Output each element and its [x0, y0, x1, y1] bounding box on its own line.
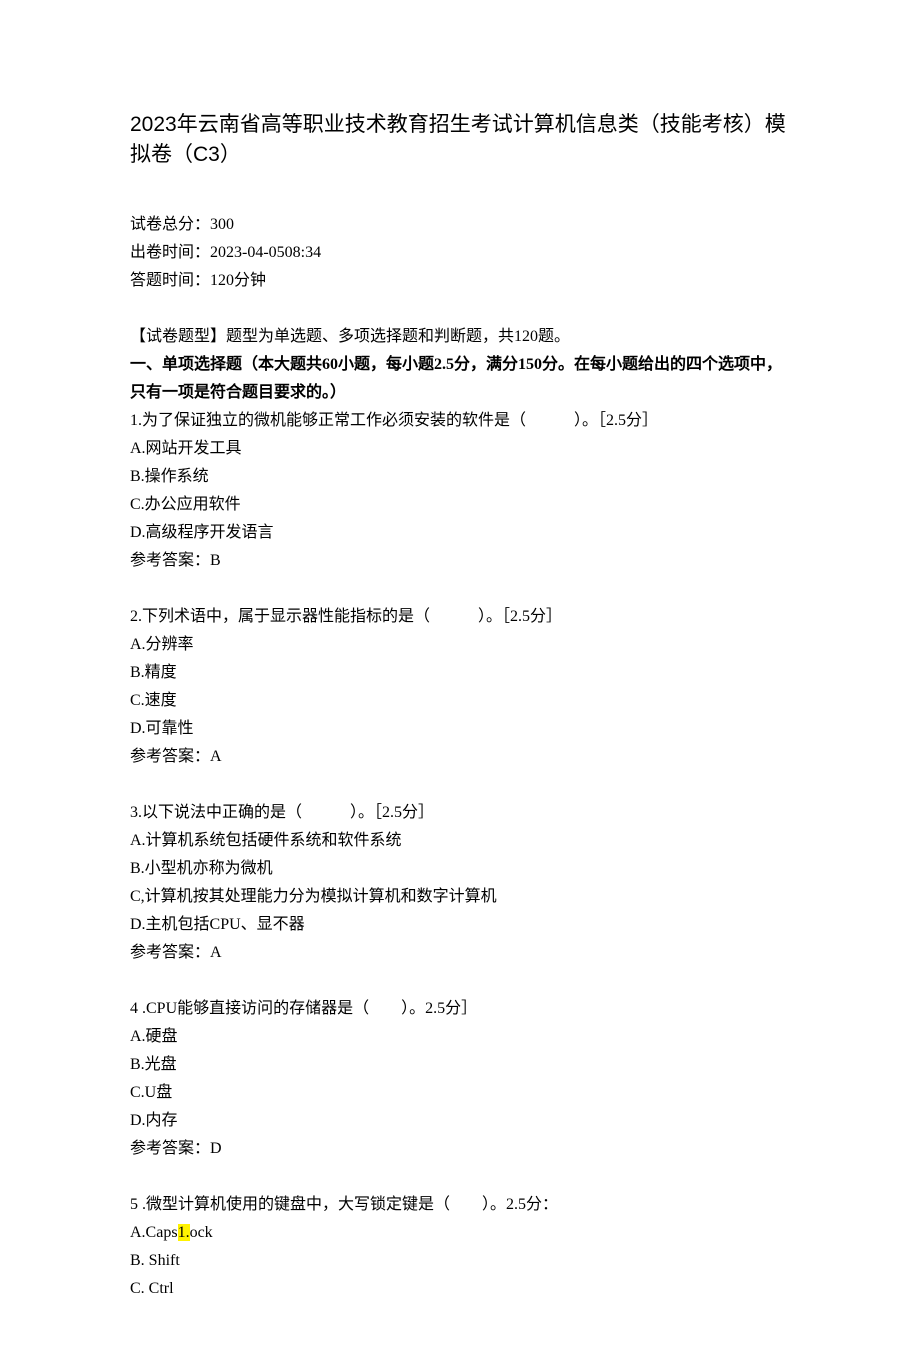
question-answer: 参考答案：B: [130, 547, 790, 575]
question-option: A.分辨率: [130, 631, 790, 659]
question-stem: 2.下列术语中，属于显示器性能指标的是（ ）。［2.5分］: [130, 603, 790, 631]
question-option: A.Caps1.ock: [130, 1219, 790, 1247]
question-option: C. Ctrl: [130, 1275, 790, 1303]
question-option: B.精度: [130, 659, 790, 687]
meta-answer-time: 答题时间：120分钟: [130, 267, 790, 295]
highlight-text: 1.: [178, 1224, 190, 1241]
question-option: C,计算机按其处理能力分为模拟计算机和数字计算机: [130, 883, 790, 911]
question-option: A.计算机系统包括硬件系统和软件系统: [130, 827, 790, 855]
question-option: D.可靠性: [130, 715, 790, 743]
question-3: 3.以下说法中正确的是（ ）。［2.5分］ A.计算机系统包括硬件系统和软件系统…: [130, 799, 790, 967]
question-option: A.硬盘: [130, 1023, 790, 1051]
question-1: 1.为了保证独立的微机能够正常工作必须安装的软件是（ ）。［2.5分］ A.网站…: [130, 407, 790, 575]
question-option: D.高级程序开发语言: [130, 519, 790, 547]
question-option: B. Shift: [130, 1247, 790, 1275]
question-option: C.U盘: [130, 1079, 790, 1107]
option-a-pre: A.Caps: [130, 1224, 178, 1241]
question-option: B.操作系统: [130, 463, 790, 491]
exam-type-intro: 【试卷题型】题型为单选题、多项选择题和判断题，共120题。: [130, 323, 790, 351]
question-stem: 3.以下说法中正确的是（ ）。［2.5分］: [130, 799, 790, 827]
exam-title: 2023年云南省高等职业技术教育招生考试计算机信息类（技能考核）模拟卷（C3）: [130, 110, 790, 171]
question-stem: 4 .CPU能够直接访问的存储器是（ ）。2.5分］: [130, 995, 790, 1023]
question-answer: 参考答案：A: [130, 939, 790, 967]
question-stem: 5 .微型计算机使用的键盘中，大写锁定键是（ ）。2.5分：: [130, 1191, 790, 1219]
option-a-post: ock: [190, 1224, 213, 1241]
exam-page: 2023年云南省高等职业技术教育招生考试计算机信息类（技能考核）模拟卷（C3） …: [0, 0, 920, 1363]
question-2: 2.下列术语中，属于显示器性能指标的是（ ）。［2.5分］ A.分辨率 B.精度…: [130, 603, 790, 771]
question-option: B.光盘: [130, 1051, 790, 1079]
question-option: D.内存: [130, 1107, 790, 1135]
meta-total-score: 试卷总分：300: [130, 211, 790, 239]
question-answer: 参考答案：D: [130, 1135, 790, 1163]
question-option: A.网站开发工具: [130, 435, 790, 463]
question-option: B.小型机亦称为微机: [130, 855, 790, 883]
question-option: C.速度: [130, 687, 790, 715]
section1-heading: 一、单项选择题（本大题共60小题，每小题2.5分，满分150分。在每小题给出的四…: [130, 351, 790, 407]
question-option: D.主机包括CPU、显不器: [130, 911, 790, 939]
question-4: 4 .CPU能够直接访问的存储器是（ ）。2.5分］ A.硬盘 B.光盘 C.U…: [130, 995, 790, 1163]
question-answer: 参考答案：A: [130, 743, 790, 771]
question-stem: 1.为了保证独立的微机能够正常工作必须安装的软件是（ ）。［2.5分］: [130, 407, 790, 435]
meta-issue-time: 出卷时间：2023-04-0508:34: [130, 239, 790, 267]
question-5: 5 .微型计算机使用的键盘中，大写锁定键是（ ）。2.5分： A.Caps1.o…: [130, 1191, 790, 1303]
question-option: C.办公应用软件: [130, 491, 790, 519]
